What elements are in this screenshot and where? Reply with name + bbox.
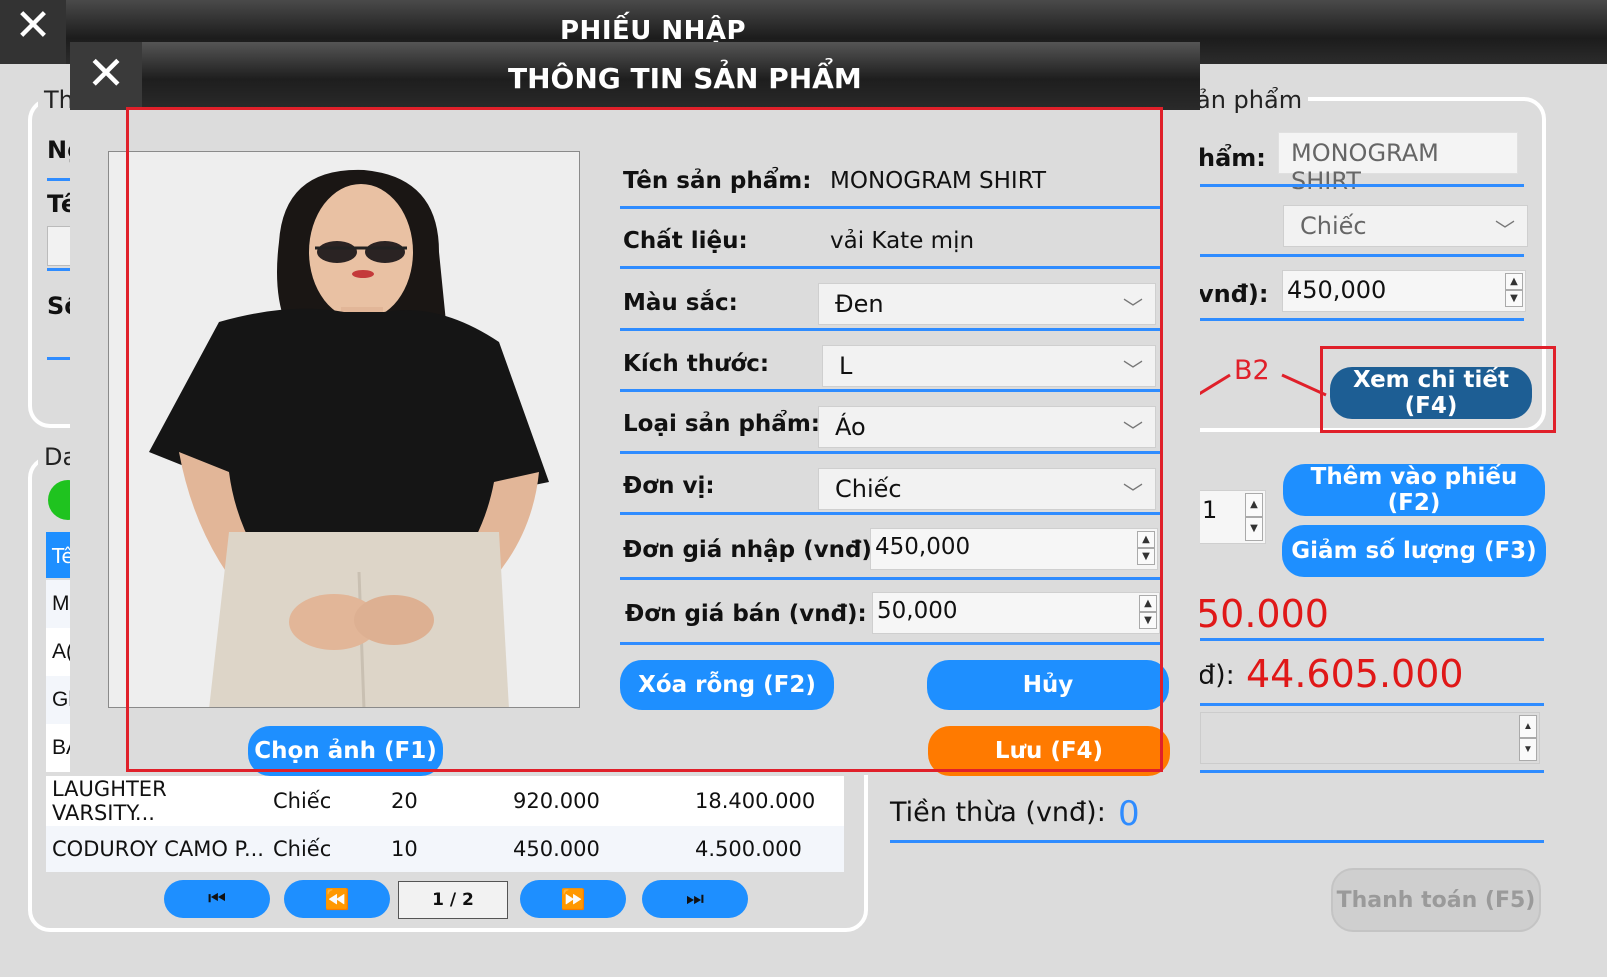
first-page-button[interactable]: ⏮ bbox=[164, 880, 270, 918]
product-name-field[interactable]: MONOGRAM SHIRT bbox=[1278, 132, 1518, 195]
table-row[interactable]: CODUROY CAMO P... Chiếc 10 450.000 4.500… bbox=[46, 826, 844, 872]
payable-amount: 44.605.000 bbox=[1246, 652, 1464, 696]
last-page-icon: ⏭ bbox=[686, 887, 704, 910]
cell-name: CODUROY CAMO P... bbox=[52, 837, 264, 861]
quantity-spin[interactable]: ▲ ▼ bbox=[1245, 493, 1263, 541]
paid-spin[interactable]: ▲ ▼ bbox=[1519, 715, 1537, 761]
highlight-box-dialog bbox=[126, 107, 1163, 772]
change-value: 0 bbox=[1118, 794, 1140, 834]
unit-combobox-value: Chiếc bbox=[1300, 212, 1367, 240]
next-page-icon: ⏩ bbox=[560, 888, 586, 911]
next-page-button[interactable]: ⏩ bbox=[520, 880, 626, 918]
cell-total: 18.400.000 bbox=[695, 789, 816, 813]
total-line bbox=[1200, 638, 1544, 641]
spin-down-icon[interactable]: ▼ bbox=[1519, 738, 1537, 761]
cell-unit: Chiếc bbox=[273, 837, 332, 861]
last-page-button[interactable]: ⏭ bbox=[642, 880, 748, 918]
change-label: Tiền thừa (vnđ): bbox=[890, 797, 1106, 828]
product-line-3 bbox=[1200, 318, 1524, 321]
cell-unit: Chiếc bbox=[273, 789, 332, 813]
paid-amount-field[interactable]: ▲ ▼ bbox=[1200, 712, 1540, 764]
price-stepper[interactable]: 450,000 ▲ ▼ bbox=[1282, 270, 1526, 312]
decrease-qty-button[interactable]: Giảm số lượng (F3) bbox=[1282, 525, 1546, 577]
table-row[interactable]: LAUGHTER VARSITY... Chiếc 20 920.000 18.… bbox=[46, 776, 844, 826]
info-line-2 bbox=[47, 268, 70, 271]
dialog-title: THÔNG TIN SẢN PHẨM bbox=[508, 62, 862, 95]
pay-button[interactable]: Thanh toán (F5) bbox=[1331, 868, 1541, 932]
info-line-3 bbox=[47, 357, 70, 360]
product-line-1 bbox=[1200, 184, 1524, 187]
dialog-close-button[interactable]: ✕ bbox=[70, 42, 142, 110]
annotation-label: B2 bbox=[1234, 355, 1270, 386]
cell-total: 4.500.000 bbox=[695, 837, 802, 861]
spin-up-icon[interactable]: ▲ bbox=[1505, 273, 1523, 290]
price-label: vnđ): bbox=[1198, 280, 1269, 308]
spin-down-icon[interactable]: ▼ bbox=[1505, 290, 1523, 307]
view-detail-button[interactable]: Xem chi tiết (F4) bbox=[1330, 367, 1532, 419]
info-line-1 bbox=[47, 178, 70, 181]
cell-price: 920.000 bbox=[513, 789, 600, 813]
add-to-slip-button[interactable]: Thêm vào phiếu (F2) bbox=[1283, 464, 1545, 516]
main-close-button[interactable]: ✕ bbox=[0, 0, 66, 64]
page-indicator: 1 / 2 bbox=[398, 881, 508, 919]
info-name-field[interactable] bbox=[47, 226, 72, 266]
cell-price: 450.000 bbox=[513, 837, 600, 861]
product-name-label: hẩm: bbox=[1198, 144, 1266, 172]
spin-down-icon[interactable]: ▼ bbox=[1245, 517, 1263, 541]
product-panel-legend: ản phẩm bbox=[1190, 86, 1309, 114]
spin-buttons[interactable]: ▲ ▼ bbox=[1505, 273, 1523, 307]
payable-line bbox=[1200, 703, 1544, 706]
paid-line bbox=[1200, 770, 1544, 773]
prev-page-button[interactable]: ⏪ bbox=[284, 880, 390, 918]
order-table: LAUGHTER VARSITY... Chiếc 20 920.000 18.… bbox=[46, 776, 844, 872]
unit-combobox[interactable]: Chiếc ﹀ bbox=[1283, 205, 1528, 247]
payable-label: đ): bbox=[1198, 660, 1235, 691]
spin-up-icon[interactable]: ▲ bbox=[1245, 493, 1263, 517]
quantity-value: 1 bbox=[1202, 496, 1218, 524]
price-stepper-value: 450,000 bbox=[1287, 276, 1387, 304]
cell-name: LAUGHTER VARSITY... bbox=[52, 777, 167, 825]
spin-up-icon[interactable]: ▲ bbox=[1519, 715, 1537, 738]
product-line-2 bbox=[1200, 254, 1524, 257]
quantity-stepper[interactable]: 1 ▲ ▼ bbox=[1198, 490, 1266, 544]
chevron-down-icon: ﹀ bbox=[1495, 218, 1515, 242]
cell-qty: 20 bbox=[391, 789, 418, 813]
cell-qty: 10 bbox=[391, 837, 418, 861]
change-line bbox=[890, 840, 1544, 843]
first-page-icon: ⏮ bbox=[208, 887, 226, 910]
total-amount: 50.000 bbox=[1196, 592, 1329, 636]
prev-page-icon: ⏪ bbox=[324, 888, 350, 911]
